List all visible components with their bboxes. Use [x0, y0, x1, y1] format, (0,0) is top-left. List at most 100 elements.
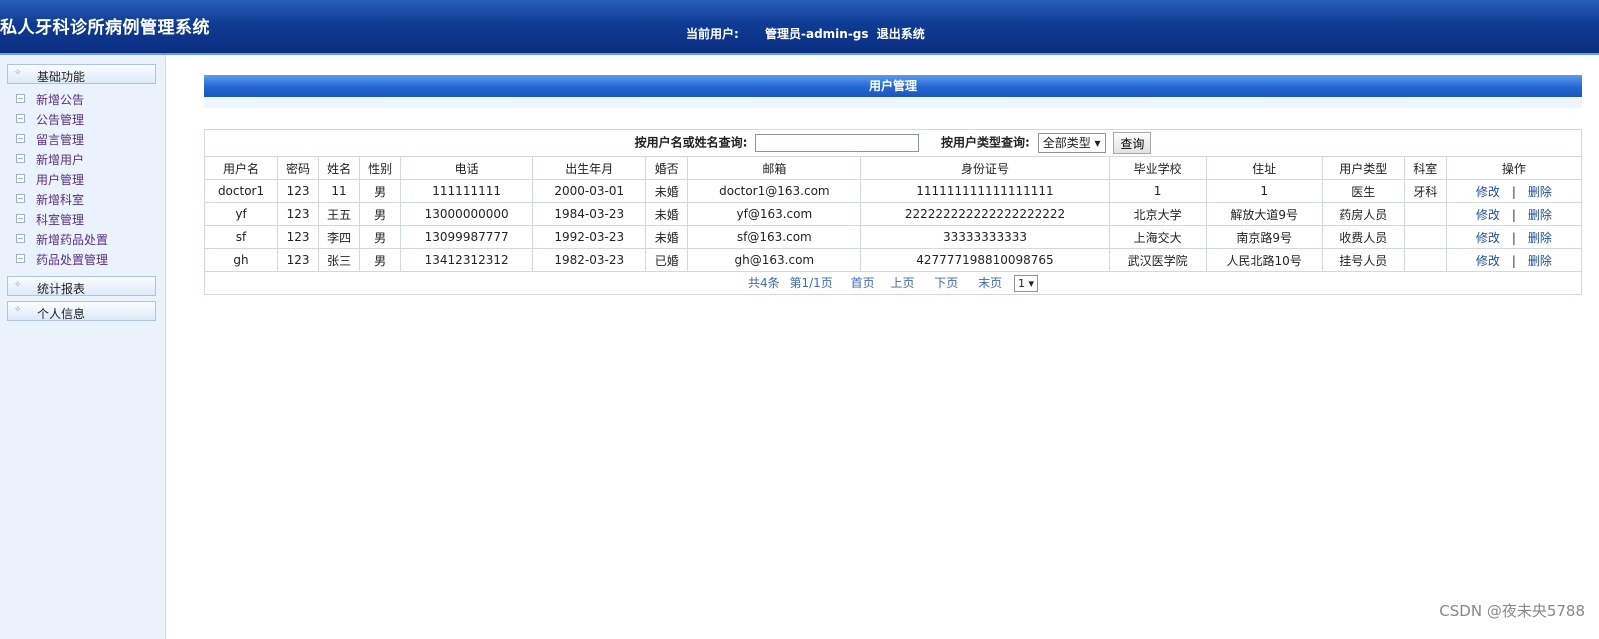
- table-cell: doctor1: [203, 179, 279, 203]
- page-select[interactable]: 1 ▾: [1013, 275, 1039, 292]
- search-cell: 按用户名或姓名查询: 按用户类型查询: 全部类型 ▾ 查询: [204, 129, 1582, 157]
- sidebar-item-new-drug[interactable]: 新增药品处置: [16, 231, 108, 249]
- table-cell: yf@163.com: [687, 202, 862, 226]
- action-separator: |: [1511, 207, 1516, 222]
- sidebar-item-drug-manage[interactable]: 药品处置管理: [16, 251, 108, 269]
- first-page-link[interactable]: 首页: [851, 276, 875, 290]
- page-select-value: 1: [1017, 277, 1025, 290]
- name-search-input[interactable]: [755, 134, 920, 152]
- table-cell: 123: [277, 225, 320, 249]
- sidebar-item-new-notice[interactable]: 新增公告: [16, 91, 84, 109]
- delete-link[interactable]: 删除: [1528, 254, 1552, 268]
- current-user-label: 当前用户:: [686, 27, 739, 41]
- table-cell: 收费人员: [1321, 225, 1405, 249]
- delete-link[interactable]: 删除: [1528, 185, 1552, 199]
- table-cell: [1403, 225, 1447, 249]
- column-header: 婚否: [645, 156, 689, 180]
- column-header: 用户名: [203, 156, 279, 180]
- table-cell: 挂号人员: [1321, 248, 1405, 272]
- table-row: yf 123 王五 男 13000000000 1984-03-23 未婚 yf…: [203, 202, 1583, 226]
- sidebar-item-department-manage[interactable]: 科室管理: [16, 211, 84, 229]
- collapse-icon: [16, 194, 25, 203]
- table-cell: 未婚: [645, 225, 689, 249]
- table-cell: yf: [203, 202, 279, 226]
- sidebar-item-label: 新增药品处置: [36, 233, 109, 247]
- table-cell: 33333333333: [860, 225, 1110, 249]
- table-cell: [1403, 248, 1447, 272]
- edit-link[interactable]: 修改: [1476, 185, 1500, 199]
- edit-link[interactable]: 修改: [1476, 208, 1500, 222]
- sidebar-item-new-department[interactable]: 新增科室: [16, 191, 84, 209]
- page-title: 用户管理: [204, 75, 1582, 97]
- sidebar-item-label: 新增用户: [36, 153, 85, 167]
- dropdown-arrow-icon: ▾: [1094, 136, 1101, 150]
- sidebar: ✧ 基础功能 新增公告 公告管理 留言管理 新增用户 用户管理 新增科室 科室管…: [0, 55, 166, 639]
- expand-icon: ✧: [14, 305, 22, 315]
- table-cell: 2000-03-01: [532, 179, 647, 203]
- table-cell: 111111111: [400, 179, 534, 203]
- table-cell: 上海交大: [1108, 225, 1207, 249]
- app-title: 私人牙科诊所病例管理系统: [0, 18, 210, 38]
- table-cell: 1: [1205, 179, 1323, 203]
- sidebar-group-label: 基础功能: [37, 70, 86, 84]
- sidebar-item-user-manage[interactable]: 用户管理: [16, 171, 84, 189]
- sidebar-group-profile[interactable]: ✧ 个人信息: [7, 301, 156, 321]
- table-cell: 医生: [1321, 179, 1405, 203]
- collapse-icon: [16, 254, 25, 263]
- current-user-name: 管理员-admin-gs: [765, 27, 869, 41]
- column-header: 毕业学校: [1108, 156, 1207, 180]
- collapse-icon: [16, 134, 25, 143]
- sidebar-item-new-user[interactable]: 新增用户: [16, 151, 84, 169]
- table-cell: 1982-03-23: [532, 248, 647, 272]
- delete-link[interactable]: 删除: [1528, 208, 1552, 222]
- table-cell: 张三: [318, 248, 361, 272]
- table-cell: 武汉医学院: [1108, 248, 1207, 272]
- table-cell: 王五: [318, 202, 361, 226]
- column-header: 出生年月: [532, 156, 647, 180]
- query-button[interactable]: 查询: [1113, 132, 1152, 154]
- sidebar-group-basic[interactable]: ✧ 基础功能: [7, 64, 156, 84]
- sidebar-group-reports[interactable]: ✧ 统计报表: [7, 276, 156, 296]
- sidebar-item-label: 留言管理: [36, 133, 85, 147]
- type-search-label: 按用户类型查询:: [941, 135, 1030, 150]
- last-page-link[interactable]: 末页: [978, 276, 1002, 290]
- table-cell: 222222222222222222222: [860, 202, 1110, 226]
- table-cell: sf: [203, 225, 279, 249]
- sidebar-group-label: 统计报表: [37, 282, 86, 296]
- table-cell: 已婚: [645, 248, 689, 272]
- table-cell: 男: [359, 202, 402, 226]
- user-table: 按用户名或姓名查询: 按用户类型查询: 全部类型 ▾ 查询 用户名 密码 姓名 …: [203, 129, 1583, 295]
- table-cell: 男: [359, 248, 402, 272]
- table-cell: 11: [318, 179, 361, 203]
- column-header: 姓名: [318, 156, 361, 180]
- watermark: CSDN @夜未央5788: [1439, 602, 1585, 620]
- sidebar-item-label: 新增科室: [36, 193, 85, 207]
- sidebar-item-message-manage[interactable]: 留言管理: [16, 131, 84, 149]
- table-cell: 男: [359, 179, 402, 203]
- prev-page-link[interactable]: 上页: [890, 276, 914, 290]
- action-separator: |: [1511, 230, 1516, 245]
- action-separator: |: [1511, 253, 1516, 268]
- dropdown-arrow-icon: ▾: [1028, 277, 1035, 290]
- edit-link[interactable]: 修改: [1476, 231, 1500, 245]
- collapse-icon: [16, 174, 25, 183]
- table-cell: gh: [203, 248, 279, 272]
- table-row: sf 123 李四 男 13099987777 1992-03-23 未婚 sf…: [203, 225, 1583, 249]
- table-cell: 北京大学: [1108, 202, 1207, 226]
- table-cell: 李四: [318, 225, 361, 249]
- table-cell: gh@163.com: [687, 248, 862, 272]
- table-row: doctor1 123 11 男 111111111 2000-03-01 未婚…: [203, 179, 1583, 203]
- table-cell: 13000000000: [400, 202, 534, 226]
- delete-link[interactable]: 删除: [1528, 231, 1552, 245]
- table-cell: [1403, 202, 1447, 226]
- edit-link[interactable]: 修改: [1476, 254, 1500, 268]
- user-type-select[interactable]: 全部类型 ▾: [1037, 133, 1106, 153]
- collapse-icon: [16, 94, 25, 103]
- table-cell: 13099987777: [400, 225, 534, 249]
- column-header: 住址: [1205, 156, 1323, 180]
- table-cell: 牙科: [1403, 179, 1447, 203]
- next-page-link[interactable]: 下页: [934, 276, 958, 290]
- table-cell: 人民北路10号: [1205, 248, 1323, 272]
- logout-link[interactable]: 退出系统: [877, 27, 925, 41]
- sidebar-item-notice-manage[interactable]: 公告管理: [16, 111, 84, 129]
